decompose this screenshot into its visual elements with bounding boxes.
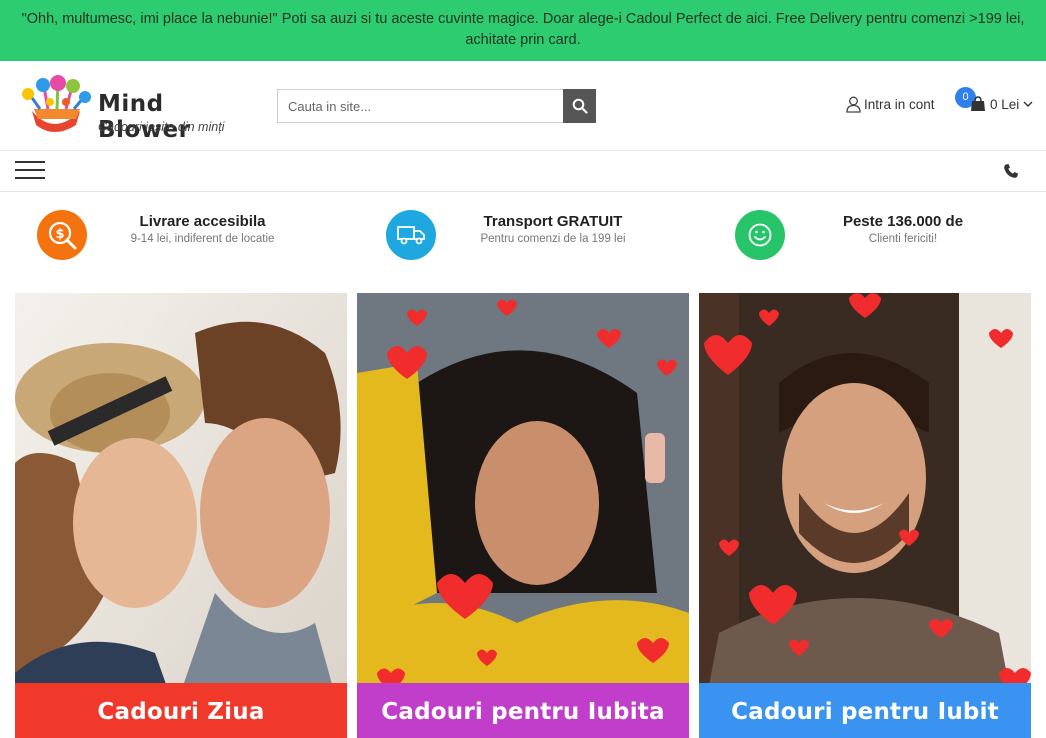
search-bar — [277, 89, 596, 123]
search-icon — [572, 98, 588, 114]
site-header: Mind Blower Cadouri ieșite din minți Int… — [0, 61, 1046, 151]
cart-button[interactable]: 0 Lei — [970, 96, 1033, 112]
user-icon — [846, 96, 861, 113]
account-label: Intra in cont — [864, 97, 935, 112]
logo-name: Mind Blower — [98, 91, 191, 143]
category-label: Cadouri pentru Iubita — [357, 683, 689, 738]
chevron-down-icon — [1023, 101, 1033, 107]
feature-free-shipping: Transport GRATUIT Pentru comenzi de la 1… — [386, 210, 666, 262]
svg-text:$: $ — [55, 227, 64, 242]
category-cards: Cadouri Ziua Îndrăgostiților — [0, 293, 1046, 738]
feature-title: Transport GRATUIT — [483, 213, 623, 230]
category-card-boyfriend[interactable]: Cadouri pentru Iubit — [699, 293, 1031, 738]
account-link[interactable]: Intra in cont — [846, 96, 935, 113]
features-strip: $ Livrare accesibila 9-14 lei, indiferen… — [0, 192, 1046, 282]
feature-subtitle: 9-14 lei, indiferent de locatie — [130, 233, 275, 245]
category-label: Cadouri Ziua Îndrăgostiților — [15, 683, 347, 738]
money-search-icon: $ — [37, 210, 87, 260]
logo-tagline: Cadouri ieșite din minți — [98, 120, 225, 134]
feature-subtitle: Clienti fericiti! — [868, 233, 938, 245]
shopping-bag-icon — [971, 96, 985, 111]
menu-icon[interactable] — [15, 161, 45, 181]
search-button[interactable] — [563, 89, 596, 123]
feature-title: Peste 136.000 de — [842, 213, 964, 230]
logo[interactable]: Mind Blower Cadouri ieșite din minți — [14, 75, 244, 143]
category-card-valentines[interactable]: Cadouri Ziua Îndrăgostiților — [15, 293, 347, 738]
feature-subtitle: Pentru comenzi de la 199 lei — [480, 233, 626, 245]
phone-icon[interactable] — [1003, 163, 1019, 179]
category-label: Cadouri pentru Iubit — [699, 683, 1031, 738]
cart-total: 0 Lei — [990, 96, 1020, 112]
feature-title: Livrare accesibila — [139, 213, 266, 230]
truck-icon — [386, 210, 436, 260]
smiley-icon — [735, 210, 785, 260]
woman-photo — [357, 293, 689, 738]
man-photo — [699, 293, 1031, 738]
feature-delivery: $ Livrare accesibila 9-14 lei, indiferen… — [37, 210, 317, 262]
feature-happy-clients: Peste 136.000 de Clienti fericiti! — [735, 210, 1015, 262]
promo-text: "Ohh, multumesc, imi place la nebunie!" … — [21, 11, 1025, 48]
logo-crown-icon — [22, 75, 91, 132]
nav-bar — [0, 151, 1046, 192]
couple-photo — [15, 293, 347, 738]
category-card-girlfriend[interactable]: Cadouri pentru Iubita — [357, 293, 689, 738]
promo-banner: "Ohh, multumesc, imi place la nebunie!" … — [0, 0, 1046, 61]
search-input[interactable] — [277, 89, 563, 123]
